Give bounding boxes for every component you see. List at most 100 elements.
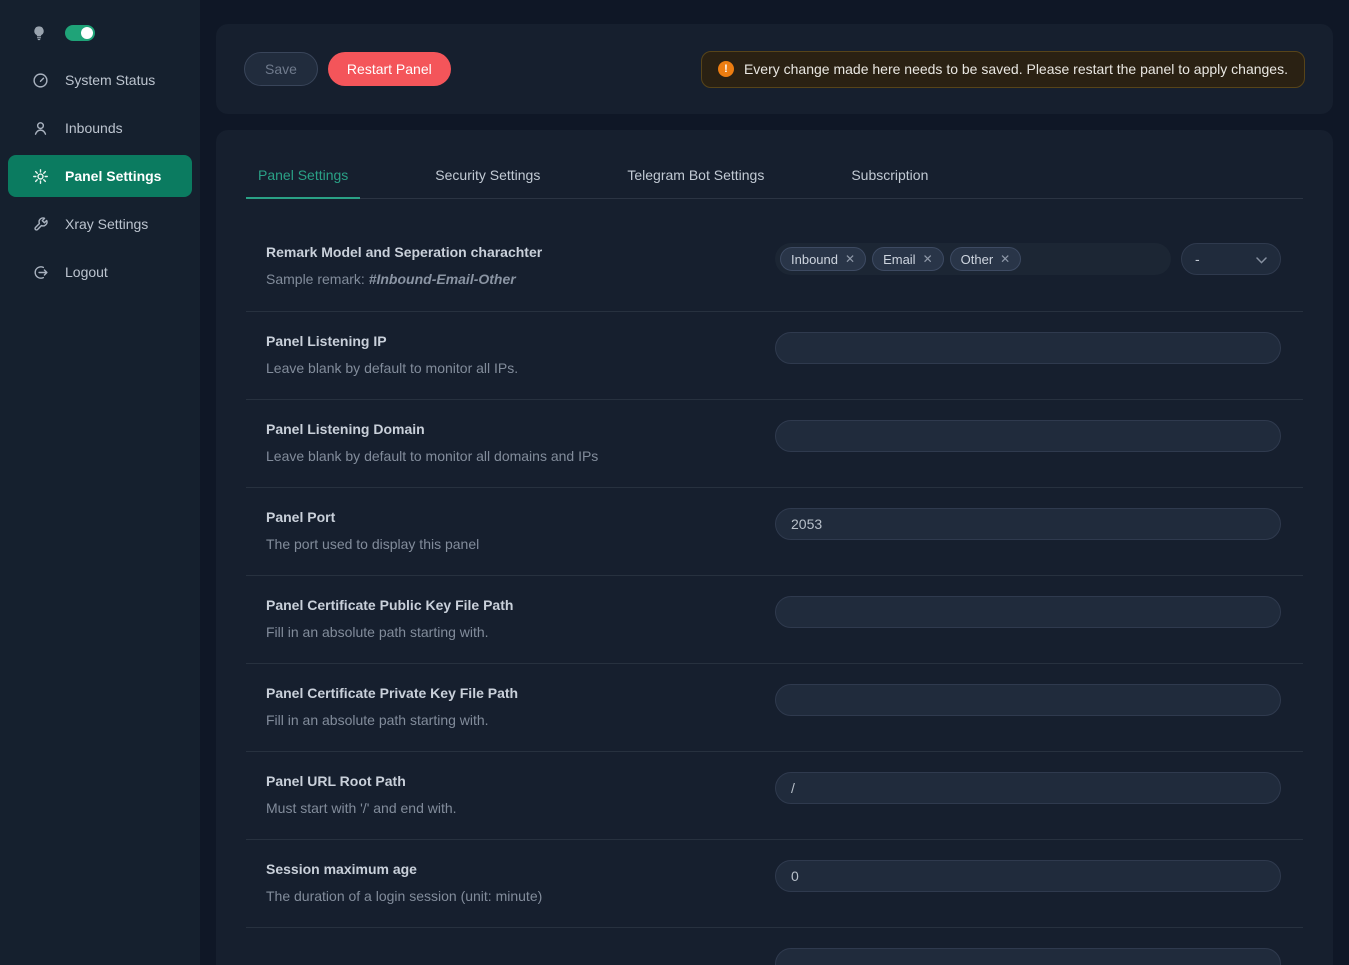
save-button[interactable]: Save xyxy=(244,52,318,86)
main-area: Save Restart Panel ! Every change made h… xyxy=(200,0,1349,965)
form-row-cert-public-key: Panel Certificate Public Key File Path F… xyxy=(246,575,1303,663)
row-title: Panel Port xyxy=(266,508,479,526)
row-label: Panel Port The port used to display this… xyxy=(246,508,479,553)
settings-card: Panel Settings Security Settings Telegra… xyxy=(216,130,1333,965)
sidebar-item-label: Panel Settings xyxy=(65,168,161,184)
remark-model-tags-input[interactable]: Inbound ✕ Email ✕ Other ✕ xyxy=(775,243,1171,275)
row-control xyxy=(775,332,1281,364)
tab-telegram-bot-settings[interactable]: Telegram Bot Settings xyxy=(615,154,776,198)
toolbar-card: Save Restart Panel ! Every change made h… xyxy=(216,24,1333,114)
panel-port-input[interactable] xyxy=(775,508,1281,540)
row-label: Panel Certificate Public Key File Path F… xyxy=(246,596,513,641)
desc-prefix: Sample remark: xyxy=(266,271,369,287)
toggle-knob xyxy=(81,27,93,39)
cert-public-key-input[interactable] xyxy=(775,596,1281,628)
warning-text: Every change made here needs to be saved… xyxy=(744,61,1288,77)
row-control xyxy=(775,420,1281,452)
row-desc: Must start with '/' and end with. xyxy=(266,799,457,817)
sidebar-item-logout[interactable]: Logout xyxy=(0,248,200,296)
row-label: Panel Certificate Private Key File Path … xyxy=(246,684,518,729)
row-title: Session maximum age xyxy=(266,860,542,878)
tag-label: Email xyxy=(883,252,916,267)
row-control xyxy=(775,860,1281,892)
logout-icon xyxy=(32,264,49,281)
session-max-age-input[interactable] xyxy=(775,860,1281,892)
listening-ip-input[interactable] xyxy=(775,332,1281,364)
tag-remove-icon[interactable]: ✕ xyxy=(923,253,933,265)
tag-inbound[interactable]: Inbound ✕ xyxy=(780,247,866,271)
sidebar-item-system-status[interactable]: System Status xyxy=(0,56,200,104)
row-label: Panel Listening IP Leave blank by defaul… xyxy=(246,332,518,377)
gauge-icon xyxy=(32,72,49,89)
row-label: Panel URL Root Path Must start with '/' … xyxy=(246,772,457,817)
sample-remark: #Inbound-Email-Other xyxy=(369,271,516,287)
sidebar-item-inbounds[interactable]: Inbounds xyxy=(0,104,200,152)
tag-other[interactable]: Other ✕ xyxy=(950,247,1022,271)
row-title: Remark Model and Seperation charachter xyxy=(266,243,542,261)
row-desc: Fill in an absolute path starting with. xyxy=(266,623,513,641)
row-title: Panel Certificate Public Key File Path xyxy=(266,596,513,614)
form-row-panel-port: Panel Port The port used to display this… xyxy=(246,487,1303,575)
tab-security-settings[interactable]: Security Settings xyxy=(423,154,552,198)
tab-panel-settings[interactable]: Panel Settings xyxy=(246,154,360,198)
separator-select-value: - xyxy=(1195,251,1200,267)
tag-remove-icon[interactable]: ✕ xyxy=(845,253,855,265)
restart-panel-button[interactable]: Restart Panel xyxy=(328,52,451,86)
row-control xyxy=(775,684,1281,716)
tag-remove-icon[interactable]: ✕ xyxy=(1000,253,1010,265)
lightbulb-icon xyxy=(31,25,47,41)
row-label xyxy=(246,948,266,957)
sidebar-item-label: Logout xyxy=(65,264,108,280)
dark-mode-toggle[interactable] xyxy=(65,25,95,41)
form-row-listening-ip: Panel Listening IP Leave blank by defaul… xyxy=(246,311,1303,399)
separator-select[interactable]: - xyxy=(1181,243,1281,275)
partial-row-input[interactable] xyxy=(775,948,1281,965)
form-row-session-max-age: Session maximum age The duration of a lo… xyxy=(246,839,1303,927)
row-label: Remark Model and Seperation charachter S… xyxy=(246,243,542,288)
row-control xyxy=(775,508,1281,540)
form-row-url-root-path: Panel URL Root Path Must start with '/' … xyxy=(246,751,1303,839)
row-label: Session maximum age The duration of a lo… xyxy=(246,860,542,905)
tab-subscription[interactable]: Subscription xyxy=(839,154,940,198)
sidebar-item-label: Xray Settings xyxy=(65,216,148,232)
url-root-path-input[interactable] xyxy=(775,772,1281,804)
wrench-icon xyxy=(32,216,49,233)
warning-alert: ! Every change made here needs to be sav… xyxy=(701,51,1305,88)
row-control xyxy=(775,948,1281,965)
row-control xyxy=(775,772,1281,804)
row-desc: Leave blank by default to monitor all do… xyxy=(266,447,598,465)
user-icon xyxy=(32,120,49,137)
row-desc: Fill in an absolute path starting with. xyxy=(266,711,518,729)
form-row-listening-domain: Panel Listening Domain Leave blank by de… xyxy=(246,399,1303,487)
row-title: Panel Listening Domain xyxy=(266,420,598,438)
row-title: Panel Certificate Private Key File Path xyxy=(266,684,518,702)
theme-row xyxy=(0,20,200,46)
sidebar: System Status Inbounds Panel Settings xyxy=(0,0,200,965)
tag-label: Inbound xyxy=(791,252,838,267)
tag-email[interactable]: Email ✕ xyxy=(872,247,944,271)
row-desc: Leave blank by default to monitor all IP… xyxy=(266,359,518,377)
cert-private-key-input[interactable] xyxy=(775,684,1281,716)
row-control xyxy=(775,596,1281,628)
listening-domain-input[interactable] xyxy=(775,420,1281,452)
tab-bar: Panel Settings Security Settings Telegra… xyxy=(246,154,1303,199)
row-title: Panel URL Root Path xyxy=(266,772,457,790)
row-control: Inbound ✕ Email ✕ Other ✕ - xyxy=(775,243,1281,275)
sidebar-item-panel-settings[interactable]: Panel Settings xyxy=(8,155,192,197)
sidebar-item-label: System Status xyxy=(65,72,155,88)
form-row-remark-model: Remark Model and Seperation charachter S… xyxy=(246,223,1303,311)
gear-icon xyxy=(32,168,49,185)
warning-icon: ! xyxy=(718,61,734,77)
form-row-partial xyxy=(246,927,1303,965)
row-label: Panel Listening Domain Leave blank by de… xyxy=(246,420,598,465)
form-row-cert-private-key: Panel Certificate Private Key File Path … xyxy=(246,663,1303,751)
row-desc: The port used to display this panel xyxy=(266,535,479,553)
sidebar-item-xray-settings[interactable]: Xray Settings xyxy=(0,200,200,248)
sidebar-item-label: Inbounds xyxy=(65,120,123,136)
sidebar-nav: System Status Inbounds Panel Settings xyxy=(0,56,200,296)
chevron-down-icon xyxy=(1256,251,1267,267)
row-desc: Sample remark: #Inbound-Email-Other xyxy=(266,270,542,288)
row-title: Panel Listening IP xyxy=(266,332,518,350)
row-desc: The duration of a login session (unit: m… xyxy=(266,887,542,905)
tag-label: Other xyxy=(961,252,994,267)
